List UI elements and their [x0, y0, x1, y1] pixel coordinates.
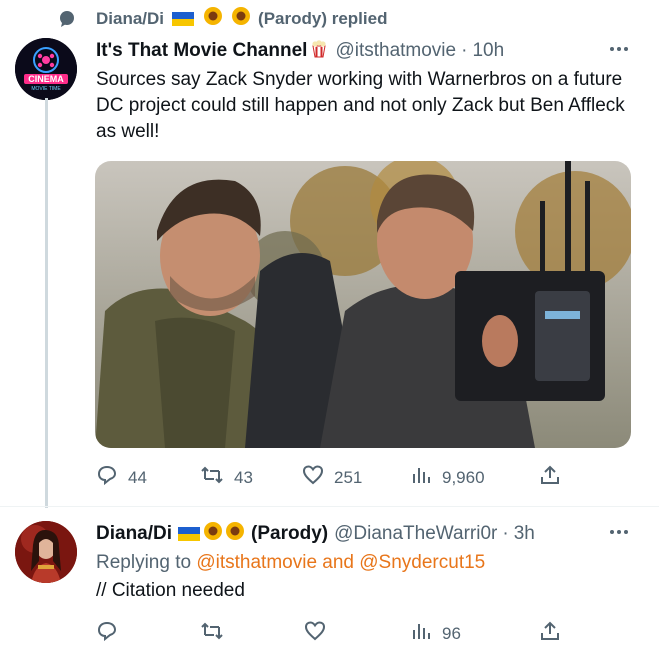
separator-dot: · [461, 40, 468, 61]
tweet2-header: Diana/Di (Parody) @DianaTheWarri0r · 3h [96, 521, 535, 547]
handle[interactable]: @DianaTheWarri0r [334, 523, 497, 545]
more-options-icon[interactable] [605, 45, 633, 53]
thread-connector-line [45, 98, 48, 508]
retweet-count: 43 [234, 467, 253, 487]
parody-label: (Parody) [251, 523, 329, 544]
reply-bubble-icon [58, 10, 76, 28]
avatar[interactable] [15, 521, 77, 583]
replying-prefix: Replying to [96, 552, 192, 573]
tweet-text: // Citation needed [96, 580, 245, 601]
retweet-button[interactable] [200, 620, 224, 647]
tweet-photo[interactable] [95, 161, 631, 448]
social-context[interactable]: Diana/Di (Parody) replied [58, 6, 387, 31]
analytics-icon [410, 464, 432, 491]
heart-icon [302, 464, 324, 491]
avatar[interactable]: CINEMA MOVIE TIME [15, 38, 77, 100]
views-count: 96 [442, 623, 461, 643]
views-button[interactable]: 9,960 [410, 464, 485, 491]
avatar-subsign: MOVIE TIME [31, 86, 61, 92]
sunflower-icon [203, 6, 223, 31]
replying-links[interactable]: @itsthatmovie and @Snydercut15 [196, 552, 485, 573]
reply-button[interactable] [96, 620, 118, 647]
share-button[interactable] [539, 620, 561, 647]
heart-icon [304, 620, 326, 647]
share-icon [539, 464, 561, 491]
timestamp[interactable]: 10h [472, 40, 504, 62]
context-name: Diana/Di [96, 8, 165, 28]
reply-count: 44 [128, 467, 147, 487]
display-name[interactable]: It's That Movie Channel [96, 40, 307, 62]
reply-icon [96, 620, 118, 647]
separator-dot: · [502, 523, 509, 544]
tweet1-header: It's That Movie Channel @itsthatmovie · … [96, 38, 504, 64]
retweet-icon [200, 620, 224, 647]
share-button[interactable] [539, 464, 561, 491]
retweet-button[interactable]: 43 [200, 464, 253, 491]
popcorn-icon [309, 38, 329, 64]
like-count: 251 [334, 467, 363, 487]
sunflower-icon [231, 6, 251, 31]
sunflower-icon [203, 521, 223, 547]
portrait-icon [15, 521, 77, 583]
photo-scene [95, 161, 631, 448]
like-button[interactable]: 251 [302, 464, 362, 491]
share-icon [539, 620, 561, 647]
sunflower-icon [225, 521, 245, 547]
like-button[interactable] [304, 620, 326, 647]
timestamp[interactable]: 3h [514, 523, 535, 545]
tweet-divider [0, 506, 659, 507]
views-count: 9,960 [442, 467, 485, 487]
more-options-icon[interactable] [605, 528, 633, 536]
tweet2-actions: 96 [96, 620, 616, 646]
retweet-icon [200, 464, 224, 491]
reply-icon [96, 464, 118, 491]
avatar-sign: CINEMA [28, 74, 64, 84]
display-name[interactable]: Diana/Di [96, 523, 172, 545]
reply-button[interactable]: 44 [96, 464, 147, 491]
analytics-icon [410, 620, 432, 647]
ukraine-flag-icon [178, 527, 201, 541]
context-suffix: (Parody) replied [258, 8, 388, 28]
tweet1-actions: 44 43 251 9,960 [96, 464, 616, 490]
replying-to: Replying to @itsthatmovie and @Snydercut… [96, 551, 485, 575]
views-button[interactable]: 96 [410, 620, 461, 647]
tweet-text: Sources say Zack Snyder working with War… [96, 69, 625, 142]
handle[interactable]: @itsthatmovie [335, 40, 456, 62]
ukraine-flag-icon [172, 11, 195, 26]
